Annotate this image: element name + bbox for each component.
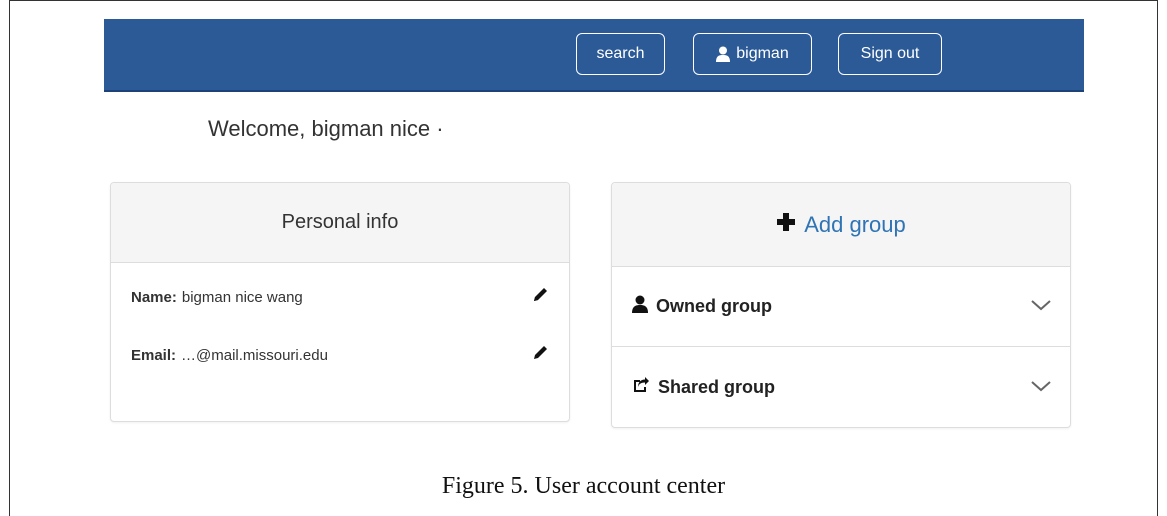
chevron-down-icon[interactable] bbox=[1030, 377, 1052, 398]
user-name-label: bigman bbox=[736, 45, 789, 62]
name-label: Name: bbox=[131, 288, 177, 306]
name-field: Name: bigman nice wang bbox=[131, 289, 303, 306]
personal-info-panel: Personal info Name: bigman nice wang Emai… bbox=[110, 182, 570, 422]
chevron-down-icon[interactable] bbox=[1030, 296, 1052, 317]
personal-info-title: Personal info bbox=[111, 183, 569, 263]
top-navbar: search bigman Sign out bbox=[104, 19, 1084, 92]
user-icon bbox=[716, 46, 731, 62]
welcome-message: Welcome, bigman nice · bbox=[208, 116, 444, 141]
email-value: …@mail.missouri.edu bbox=[181, 346, 328, 364]
owned-group-toggle[interactable]: Owned group bbox=[612, 267, 1070, 347]
user-icon bbox=[632, 295, 648, 318]
shared-group-toggle[interactable]: Shared group bbox=[612, 347, 1070, 427]
email-label: Email: bbox=[131, 346, 177, 364]
name-value: bigman nice wang bbox=[181, 288, 303, 306]
add-group-label: Add group bbox=[804, 211, 906, 237]
pencil-icon[interactable] bbox=[531, 286, 549, 308]
owned-group-label: Owned group bbox=[656, 296, 772, 316]
add-group-button[interactable]: Add group bbox=[612, 183, 1070, 267]
shared-group-label: Shared group bbox=[658, 376, 776, 397]
sign-out-button[interactable]: Sign out bbox=[838, 33, 942, 75]
share-icon bbox=[632, 376, 650, 399]
search-button[interactable]: search bbox=[576, 33, 665, 75]
figure-caption: Figure 5. User account center bbox=[441, 473, 726, 499]
email-field: Email: …@mail.missouri.edu bbox=[131, 347, 328, 364]
pencil-icon[interactable] bbox=[531, 344, 549, 366]
name-row: Name: bigman nice wang bbox=[131, 286, 549, 308]
sign-out-label: Sign out bbox=[860, 45, 920, 62]
email-row: Email: …@mail.missouri.edu bbox=[131, 344, 549, 366]
user-profile-button[interactable]: bigman bbox=[693, 33, 812, 75]
groups-panel: Add group Owned group Shared group bbox=[611, 182, 1071, 428]
search-button-label: search bbox=[596, 45, 645, 62]
plus-icon bbox=[776, 212, 796, 238]
